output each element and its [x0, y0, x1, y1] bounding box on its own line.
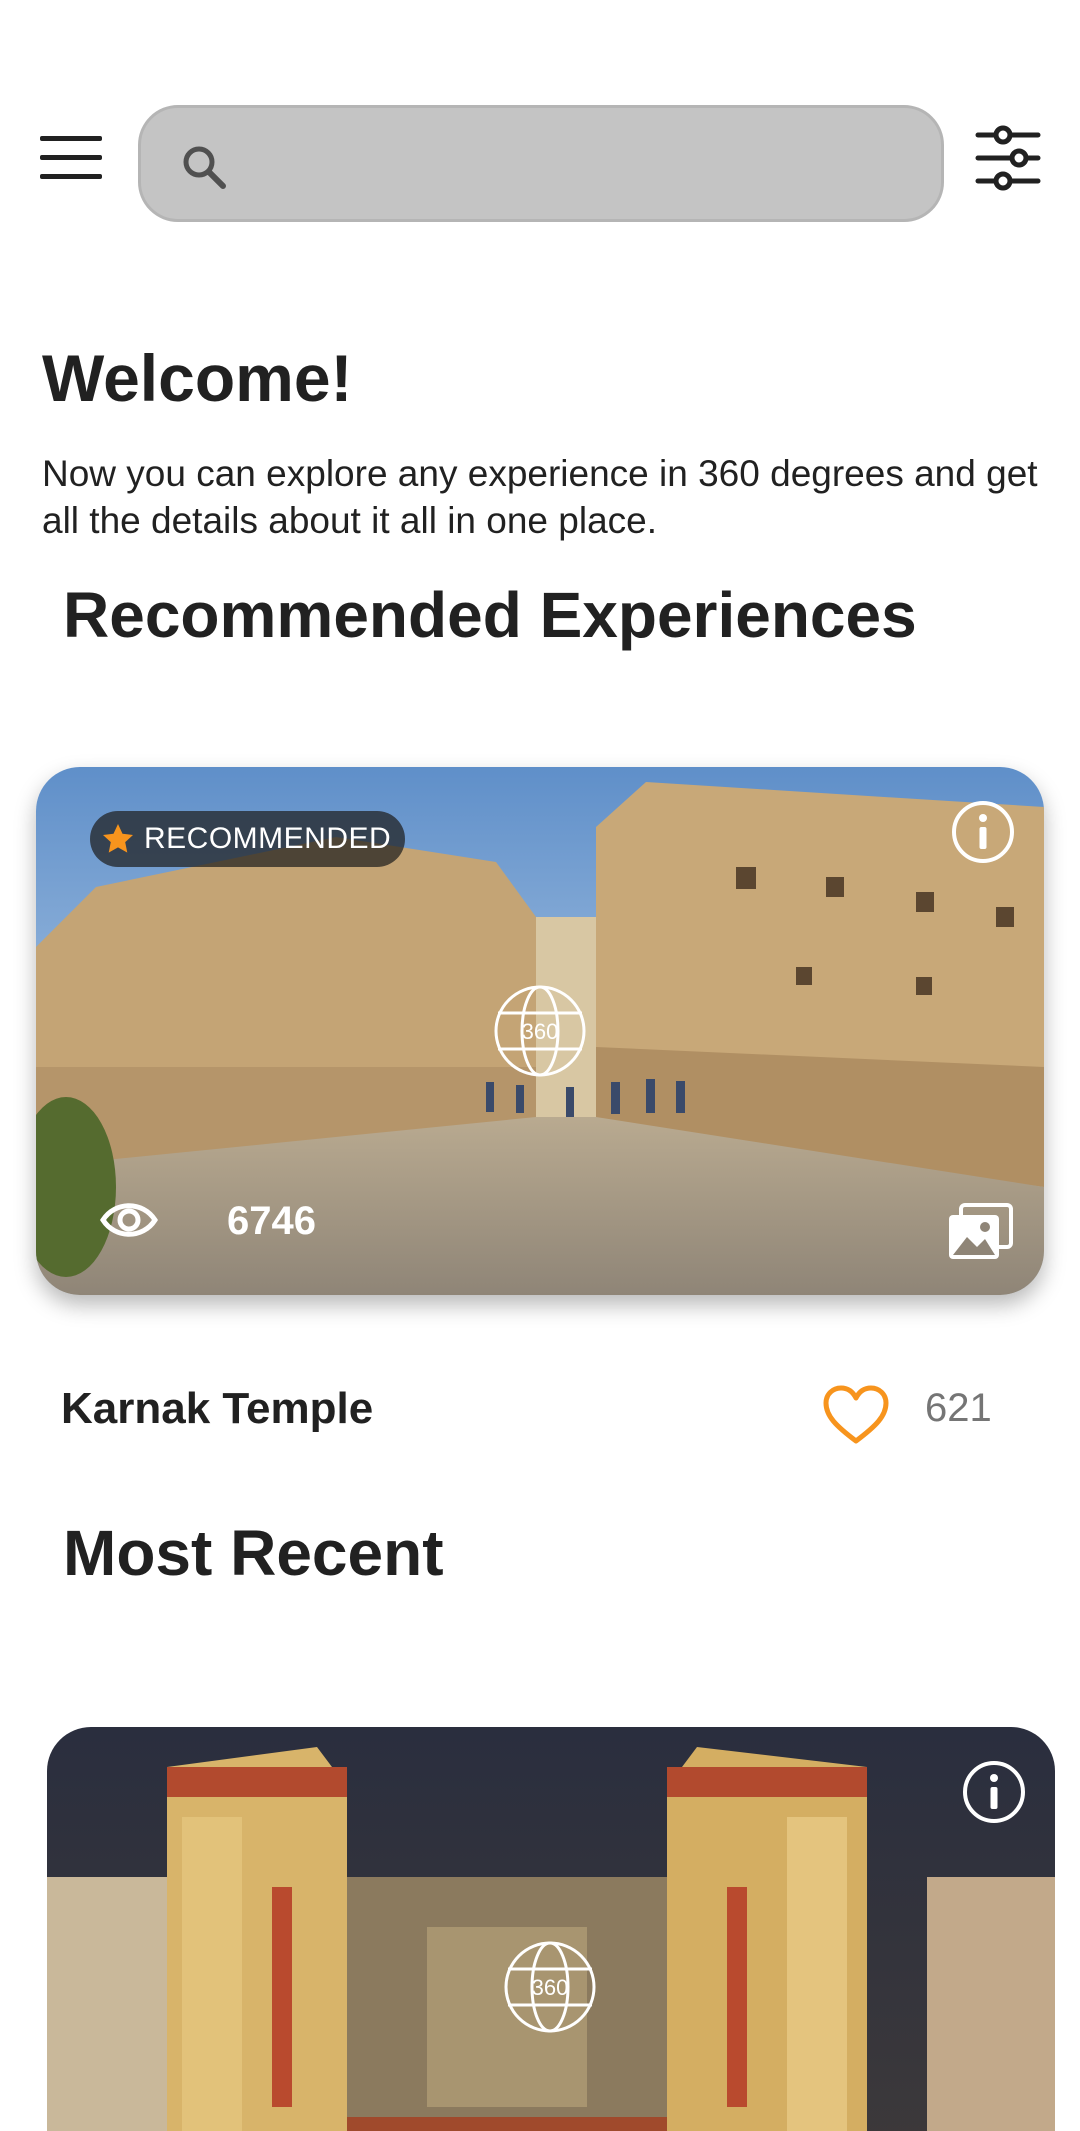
info-icon[interactable] [950, 799, 1016, 865]
views-count: 6746 [227, 1199, 316, 1243]
recommended-badge: RECOMMENDED [90, 811, 406, 867]
welcome-description: Now you can explore any experience in 36… [42, 453, 1038, 541]
search-bar[interactable] [138, 105, 944, 222]
karnak-temple-card[interactable]: RECOMMENDED 360 6746 [36, 767, 1044, 1295]
tomb-panorama-image [47, 1727, 1055, 2131]
360-label: 360 [532, 1975, 569, 2000]
gallery-icon[interactable] [947, 1203, 1013, 1261]
360-panorama-icon[interactable]: 360 [502, 1939, 598, 2035]
welcome-title: Welcome! [42, 341, 353, 415]
360-label: 360 [522, 1019, 559, 1044]
search-icon [183, 146, 226, 189]
likes-count: 621 [925, 1386, 992, 1430]
most-recent-card[interactable]: 360 [47, 1727, 1055, 2131]
search-input[interactable] [241, 128, 921, 200]
hamburger-menu-icon[interactable] [40, 134, 104, 182]
most-recent-section-title: Most Recent [63, 1517, 444, 1589]
recommended-badge-label: RECOMMENDED [144, 822, 392, 855]
filter-sliders-icon[interactable] [975, 125, 1041, 191]
place-name[interactable]: Karnak Temple [61, 1384, 373, 1434]
heart-icon[interactable] [822, 1384, 890, 1446]
star-icon [103, 824, 133, 853]
top-bar [0, 0, 1080, 240]
recommended-section-title: Recommended Experiences [63, 579, 917, 651]
360-panorama-icon[interactable]: 360 [492, 983, 588, 1079]
eye-icon [100, 1203, 158, 1237]
info-icon[interactable] [961, 1759, 1027, 1825]
